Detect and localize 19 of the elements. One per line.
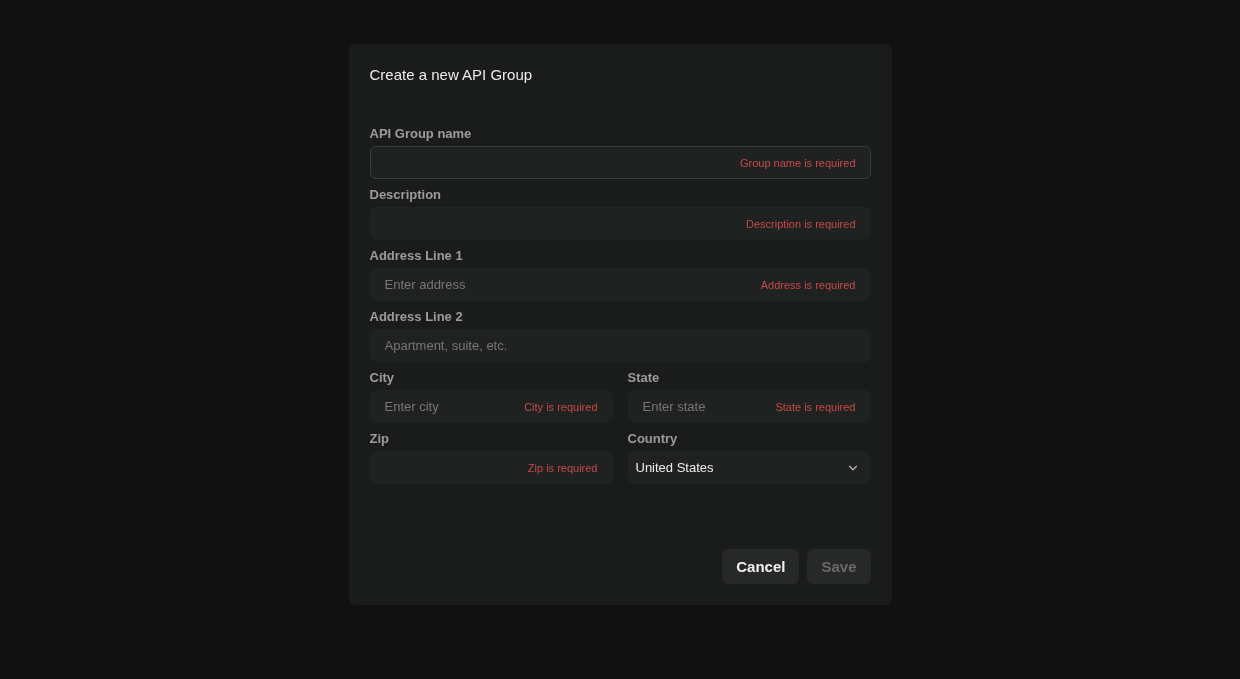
field-label: Address Line 2 (369, 309, 464, 325)
error-message: City is required (524, 400, 598, 413)
error-message: Group name is required (739, 156, 856, 169)
error-message: Address is required (760, 278, 856, 291)
input-field[interactable]: Apartment, suite, etc. (369, 329, 871, 362)
field-label: Zip (369, 431, 390, 447)
field-label: API Group name (369, 126, 473, 142)
field-label: City (369, 370, 396, 386)
field-label: State (627, 370, 661, 386)
country-select[interactable]: United States (627, 451, 871, 484)
field-label: Address Line 1 (369, 248, 464, 264)
error-message: Description is required (746, 217, 856, 230)
field-label: Country (627, 431, 679, 447)
error-message: Zip is required (527, 461, 598, 474)
field-label: Description (369, 187, 442, 203)
dialog-title: Create a new API Group (369, 66, 534, 84)
input-field[interactable] (369, 146, 871, 179)
error-message: State is required (775, 400, 856, 413)
cancel-button[interactable]: Cancel (722, 549, 800, 584)
